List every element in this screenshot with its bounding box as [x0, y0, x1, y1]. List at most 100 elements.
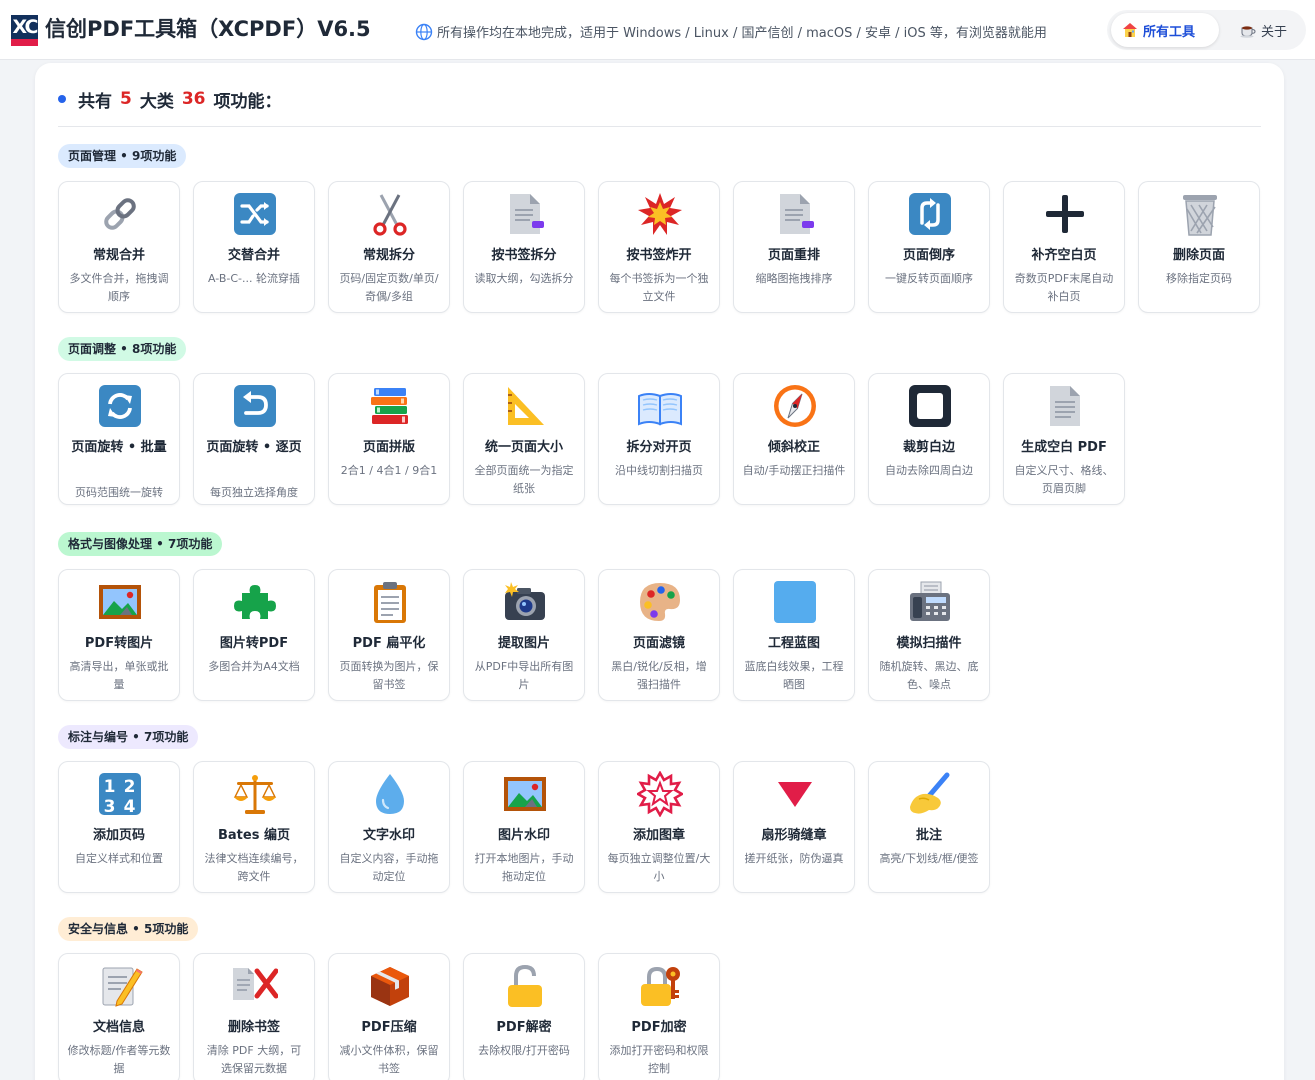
tool-title: 图片转PDF: [219, 636, 289, 651]
tool-title: 交替合并: [227, 248, 280, 263]
triangle-ruler-icon: [502, 383, 548, 429]
tool-card[interactable]: 删除书签 清除 PDF 大纲，可选保留元数据: [193, 953, 315, 1080]
tool-card[interactable]: PDF 扁平化 页面转换为图片，保留书签: [328, 569, 450, 701]
tool-description: 每个书签拆为一个独立文件: [609, 272, 709, 303]
tool-card[interactable]: 批注 高亮/下划线/框/便签: [868, 761, 990, 893]
tool-description: 页面转换为图片，保留书签: [339, 660, 439, 691]
tool-title: 文字水印: [362, 828, 415, 843]
tool-description: 自动去除四周白边: [885, 464, 973, 477]
tool-card[interactable]: 图片转PDF 多图合并为A4文档: [193, 569, 315, 701]
category-tag: 页面调整 • 8项功能: [58, 337, 187, 361]
explosion-icon: [637, 191, 683, 237]
coffee-icon: [1240, 26, 1256, 38]
tool-card[interactable]: 按书签拆分 读取大纲，勾选拆分: [463, 181, 585, 313]
tool-card[interactable]: 图片水印 打开本地图片，手动拖动定位: [463, 761, 585, 893]
tool-card[interactable]: 按书签炸开 每个书签拆为一个独立文件: [598, 181, 720, 313]
tool-description: 添加打开密码和权限控制: [609, 1044, 709, 1075]
tool-card[interactable]: 页面拼版 2合1 / 4合1 / 9合1: [328, 373, 450, 505]
tool-description: 2合1 / 4合1 / 9合1: [340, 464, 438, 477]
tool-title: PDF压缩: [361, 1020, 417, 1035]
tool-title: 生成空白 PDF: [1021, 440, 1107, 455]
tool-card[interactable]: 提取图片 从PDF中导出所有图片: [463, 569, 585, 701]
tool-card[interactable]: PDF转图片 高清导出，单张或批量: [58, 569, 180, 701]
package-box-icon: [367, 963, 413, 1009]
tool-card[interactable]: Bates 编页 法律文档连续编号，跨文件: [193, 761, 315, 893]
tool-card[interactable]: 文字水印自定义内容，手动拖动定位: [328, 761, 450, 893]
logo-mark: XC: [11, 15, 38, 39]
tool-title: 常规拆分: [362, 248, 415, 263]
tool-card[interactable]: 文档信息 修改标题/作者等元数据: [58, 953, 180, 1080]
tool-description: A-B-C-... 轮流穿插: [207, 272, 300, 285]
tool-title: 批注: [915, 828, 942, 843]
tool-description: 搓开纸张，防伪逼真: [744, 852, 844, 865]
tool-description: 每页独立选择角度: [210, 486, 298, 499]
tool-card[interactable]: 页面旋转 • 逐页 每页独立选择角度: [193, 373, 315, 505]
tools-panel: 共有 5 大类 36 项功能： 页面管理 • 9项功能常规合并 多文件合并，拖拽调…: [35, 63, 1284, 1080]
tool-card[interactable]: 统一页面大小 全部页面统一为指定纸张: [463, 373, 585, 505]
tool-title: Bates 编页: [218, 828, 290, 843]
tool-description: 奇数页PDF末尾自动补白页: [1014, 272, 1114, 303]
category-tag: 格式与图像处理 • 7项功能: [58, 532, 223, 556]
tool-description: 全部页面统一为指定纸张: [474, 464, 574, 495]
tool-card[interactable]: 页面滤镜 黑白/锐化/反相，增强扫描件: [598, 569, 720, 701]
summary-category-count: 5: [120, 89, 132, 109]
app-header: XC 信创PDF工具箱（XCPDF）V6.5 所有操作均在本地完成，适用于 Wi…: [0, 0, 1315, 60]
nav-all-tools-button[interactable]: 所有工具: [1111, 13, 1219, 47]
framed-picture-icon: [502, 771, 548, 817]
tool-card[interactable]: 常规合并 多文件合并，拖拽调顺序: [58, 181, 180, 313]
tool-card[interactable]: 拆分对开页 沿中线切割扫描页: [598, 373, 720, 505]
tool-card[interactable]: 工程蓝图 蓝底白线效果，工程晒图: [733, 569, 855, 701]
tool-card[interactable]: 交替合并 A-B-C-... 轮流穿插: [193, 181, 315, 313]
palette-icon: [637, 579, 683, 625]
house-icon: [1123, 23, 1137, 37]
numbers-1234-icon: 1234: [97, 771, 143, 817]
tool-card[interactable]: 裁剪白边 自动去除四周白边: [868, 373, 990, 505]
tool-card[interactable]: 模拟扫描件 随机旋转、黑边、底色、噪点: [868, 569, 990, 701]
tool-description: 从PDF中导出所有图片: [474, 660, 574, 691]
droplet-icon: [367, 771, 413, 817]
tool-card[interactable]: PDF解密 去除权限/打开密码: [463, 953, 585, 1080]
tool-card[interactable]: 页面倒序一键反转页面顺序: [868, 181, 990, 313]
clipboard-icon: [367, 579, 413, 625]
nav-about-button[interactable]: 关于: [1229, 13, 1301, 47]
tool-description: 一键反转页面顺序: [885, 272, 973, 285]
tool-card[interactable]: 生成空白 PDF 自定义尺寸、格线、页眉页脚: [1003, 373, 1125, 505]
tool-card[interactable]: 扇形骑缝章 搓开纸张，防伪逼真: [733, 761, 855, 893]
memo-pencil-icon: [97, 963, 143, 1009]
category-tag: 页面管理 • 9项功能: [58, 144, 187, 168]
summary-middle: 大类: [139, 91, 174, 112]
tool-card[interactable]: 页面重排 缩略图拖拽排序: [733, 181, 855, 313]
fax-machine-icon: [907, 579, 953, 625]
square-frame-icon: [907, 383, 953, 429]
tool-card[interactable]: 1 2 3 4 添加页码 自定义样式和位置: [58, 761, 180, 893]
tool-title: 页面倒序: [902, 248, 955, 263]
compass-icon: [772, 383, 818, 429]
framed-picture-icon: [97, 579, 143, 625]
tool-description: 缩略图拖拽排序: [755, 272, 833, 285]
summary-heading: 共有 5 大类 36 项功能：: [58, 88, 282, 112]
tool-description: 自定义内容，手动拖动定位: [339, 852, 439, 883]
tool-description: 高清导出，单张或批量: [69, 660, 169, 691]
tool-card[interactable]: 删除页面 移除指定页码: [1138, 181, 1260, 313]
tool-card[interactable]: 添加图章 每页独立调整位置/大小: [598, 761, 720, 893]
tool-card[interactable]: 补齐空白页 奇数页PDF末尾自动补白页: [1003, 181, 1125, 313]
header-tagline: 所有操作均在本地完成，适用于 Windows / Linux / 国产信创 / …: [415, 22, 1047, 41]
tool-description: 每页独立调整位置/大小: [607, 852, 711, 883]
tool-description: 多图合并为A4文档: [208, 660, 300, 673]
tool-card[interactable]: PDF压缩 减小文件体积，保留书签: [328, 953, 450, 1080]
svg-text:1: 1: [104, 777, 116, 797]
tool-description: 自定义样式和位置: [75, 852, 163, 865]
tool-card[interactable]: 倾斜校正 自动/手动摆正扫描件: [733, 373, 855, 505]
svg-text:2: 2: [124, 777, 136, 797]
tool-card[interactable]: PDF加密 添加打开密码和权限控制: [598, 953, 720, 1080]
tool-card[interactable]: 页面旋转 • 批量 页码范围统一旋转: [58, 373, 180, 505]
chain-link-icon: [97, 191, 143, 237]
summary-function-count: 36: [181, 89, 206, 109]
balance-scale-icon: [232, 771, 278, 817]
tool-description: 页码范围统一旋转: [75, 486, 163, 499]
tool-card[interactable]: 常规拆分 页码/固定页数/单页/奇偶/多组: [328, 181, 450, 313]
page-doc-icon: [772, 191, 818, 237]
tool-description: 随机旋转、黑边、底色、噪点: [879, 660, 979, 691]
globe-icon: [415, 23, 433, 40]
return-arrow-icon: [232, 383, 278, 429]
